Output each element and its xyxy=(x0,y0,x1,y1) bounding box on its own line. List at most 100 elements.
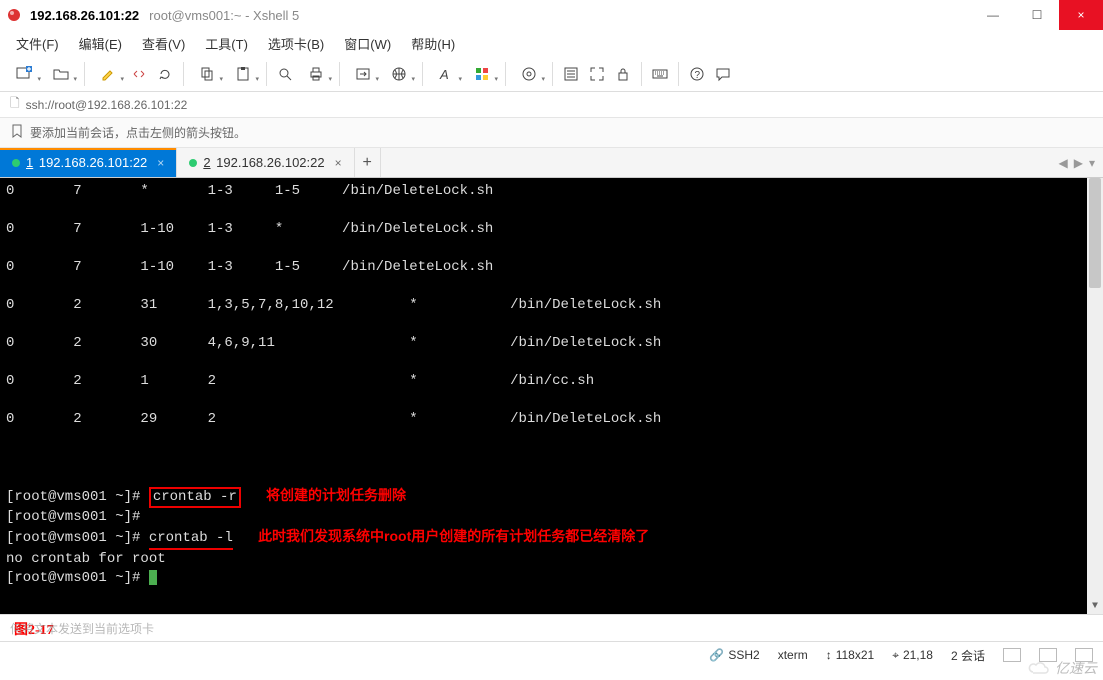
feedback-button[interactable] xyxy=(711,60,735,88)
address-url: ssh://root@192.168.26.101:22 xyxy=(26,98,188,112)
fullscreen-button[interactable] xyxy=(585,60,609,88)
maximize-button[interactable]: ☐ xyxy=(1015,0,1059,30)
scroll-thumb[interactable] xyxy=(1089,178,1101,288)
properties-button[interactable] xyxy=(559,60,583,88)
cap-indicator xyxy=(1003,648,1021,662)
menu-view[interactable]: 查看(V) xyxy=(134,32,193,55)
session-tab-1[interactable]: 1 192.168.26.101:22 × xyxy=(0,148,177,177)
tab-accel: 2 xyxy=(203,155,210,170)
reconnect-button[interactable] xyxy=(153,60,177,88)
status-size: ↕118x21 xyxy=(826,648,874,662)
toolbar-separator xyxy=(422,62,423,86)
tab-list-button[interactable]: ▾ xyxy=(1089,156,1095,170)
toolbar-separator xyxy=(84,62,85,86)
print-button[interactable]: ▾ xyxy=(299,60,333,88)
hint-bar: 要添加当前会话，点击左侧的箭头按钮。 xyxy=(0,118,1103,148)
svg-text:?: ? xyxy=(695,70,701,81)
svg-text:A: A xyxy=(439,67,449,82)
cursor-icon: ⌖ xyxy=(892,648,899,663)
address-bar[interactable]: 🗋 ssh://root@192.168.26.101:22 xyxy=(0,92,1103,118)
terminal-line: 0 2 29 2 * /bin/DeleteLock.sh xyxy=(6,411,661,427)
toolbar-separator xyxy=(641,62,642,86)
menubar: 文件(F) 编辑(E) 查看(V) 工具(T) 选项卡(B) 窗口(W) 帮助(… xyxy=(0,30,1103,56)
session-tab-2[interactable]: 2 192.168.26.102:22 × xyxy=(177,148,354,177)
terminal-line: [root@vms001 ~]# xyxy=(6,509,149,525)
font-button[interactable]: A▾ xyxy=(429,60,463,88)
tab-nav: ◀ ▶ ▾ xyxy=(1051,148,1103,177)
help-button[interactable]: ? xyxy=(685,60,709,88)
compose-bar[interactable]: 图2-17 何将文本发送到当前选项卡 xyxy=(0,614,1103,642)
terminal-line: no crontab for root xyxy=(6,551,166,567)
colors-button[interactable]: ▾ xyxy=(465,60,499,88)
annotation: 此时我们发现系统中root用户创建的所有计划任务都已经清除了 xyxy=(258,528,649,544)
toolbar-separator xyxy=(183,62,184,86)
find-button[interactable] xyxy=(273,60,297,88)
toolbar-separator xyxy=(678,62,679,86)
transfer-button[interactable]: ▾ xyxy=(346,60,380,88)
script-button[interactable]: ▾ xyxy=(512,60,546,88)
terminal-line: [root@vms001 ~]# xyxy=(6,530,149,546)
compose-placeholder: 何将文本发送到当前选项卡 xyxy=(10,620,154,637)
menu-help[interactable]: 帮助(H) xyxy=(403,32,463,55)
tab-prev-button[interactable]: ◀ xyxy=(1059,156,1068,170)
resize-icon: ↕ xyxy=(826,648,832,662)
menu-window[interactable]: 窗口(W) xyxy=(336,32,399,55)
new-tab-button[interactable]: + xyxy=(355,148,381,177)
status-protocol: 🔗SSH2 xyxy=(709,648,759,662)
paste-button[interactable]: ▾ xyxy=(226,60,260,88)
tab-close-icon[interactable]: × xyxy=(157,156,164,170)
status-cursor: ⌖21,18 xyxy=(892,648,933,663)
menu-file[interactable]: 文件(F) xyxy=(8,32,67,55)
keyboard-button[interactable] xyxy=(648,60,672,88)
toolbar-separator xyxy=(339,62,340,86)
window-title-sub: root@vms001:~ - Xshell 5 xyxy=(149,8,299,23)
toolbar-separator xyxy=(505,62,506,86)
link-icon: 🔗 xyxy=(709,648,724,662)
app-icon xyxy=(6,7,22,23)
menu-tools[interactable]: 工具(T) xyxy=(197,32,256,55)
globe-button[interactable]: ▾ xyxy=(382,60,416,88)
terminal-line: 0 7 1-10 1-3 1-5 /bin/DeleteLock.sh xyxy=(6,259,493,275)
window-controls: — ☐ × xyxy=(971,0,1103,30)
cursor xyxy=(149,570,157,585)
disconnect-button[interactable] xyxy=(127,60,151,88)
lock-button[interactable] xyxy=(611,60,635,88)
terminal-line: 0 7 1-10 1-3 * /bin/DeleteLock.sh xyxy=(6,221,493,237)
terminal-line: 0 2 31 1,3,5,7,8,10,12 * /bin/DeleteLock… xyxy=(6,297,661,313)
tab-label: 192.168.26.101:22 xyxy=(35,155,147,170)
hint-text: 要添加当前会话，点击左侧的箭头按钮。 xyxy=(30,124,246,141)
terminal[interactable]: 0 7 * 1-3 1-5 /bin/DeleteLock.sh 0 7 1-1… xyxy=(0,178,1103,614)
status-bar: 🔗SSH2 xterm ↕118x21 ⌖21,18 2 会话 xyxy=(0,642,1103,668)
status-dot-icon xyxy=(189,159,197,167)
menu-edit[interactable]: 编辑(E) xyxy=(71,32,130,55)
status-term: xterm xyxy=(778,648,808,662)
command-highlight: crontab -r xyxy=(149,487,241,508)
terminal-line: 0 2 1 2 * /bin/cc.sh xyxy=(6,373,594,389)
tab-close-icon[interactable]: × xyxy=(335,156,342,170)
status-dot-icon xyxy=(12,159,20,167)
tab-next-button[interactable]: ▶ xyxy=(1074,156,1083,170)
scrollbar[interactable]: ▲ ▼ xyxy=(1087,178,1103,614)
annotation: 将创建的计划任务删除 xyxy=(266,487,406,503)
toolbar: ▾ ▾ ▾ ▾ ▾ ▾ ▾ ▾ A▾ ▾ ▾ ? xyxy=(0,56,1103,92)
minimize-button[interactable]: — xyxy=(971,0,1015,30)
copy-button[interactable]: ▾ xyxy=(190,60,224,88)
menu-tabs[interactable]: 选项卡(B) xyxy=(260,32,332,55)
tab-accel: 1 xyxy=(26,155,33,170)
scroll-down-button[interactable]: ▼ xyxy=(1087,598,1103,614)
window-title-host: 192.168.26.101:22 xyxy=(30,8,139,23)
open-button[interactable]: ▾ xyxy=(44,60,78,88)
command-highlight: crontab -l xyxy=(149,529,233,550)
highlight-button[interactable]: ▾ xyxy=(91,60,125,88)
tab-label: 192.168.26.102:22 xyxy=(213,155,325,170)
toolbar-separator xyxy=(266,62,267,86)
close-button[interactable]: × xyxy=(1059,0,1103,30)
terminal-line: [root@vms001 ~]# xyxy=(6,489,149,505)
terminal-line: 0 7 * 1-3 1-5 /bin/DeleteLock.sh xyxy=(6,183,493,199)
new-session-button[interactable]: ▾ xyxy=(8,60,42,88)
terminal-line: [root@vms001 ~]# xyxy=(6,570,149,586)
bookmark-icon[interactable] xyxy=(10,124,24,141)
status-sessions: 2 会话 xyxy=(951,647,985,664)
tab-strip: 1 192.168.26.101:22 × 2 192.168.26.102:2… xyxy=(0,148,1103,178)
titlebar: 192.168.26.101:22 root@vms001:~ - Xshell… xyxy=(0,0,1103,30)
